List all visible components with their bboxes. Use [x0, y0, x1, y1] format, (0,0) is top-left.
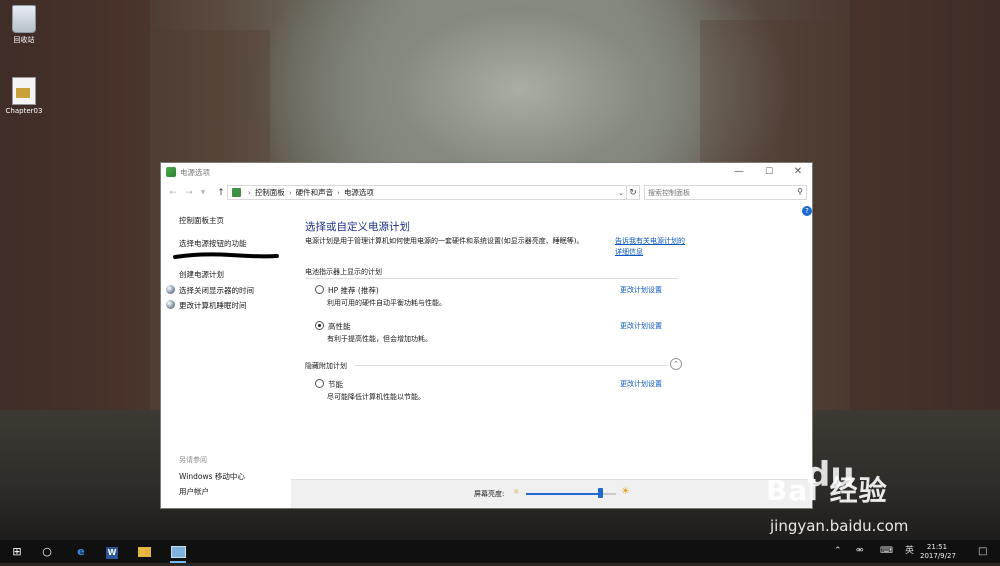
plan-name: 高性能 [328, 322, 351, 331]
control-panel-icon [232, 188, 241, 197]
recycle-bin-icon [12, 5, 36, 33]
sun-bright-icon: ☀ [621, 486, 630, 497]
chevron-down-icon[interactable]: ▼ [197, 185, 209, 201]
maximize-button[interactable]: ☐ [754, 163, 784, 181]
minimize-button[interactable]: — [724, 163, 754, 181]
sun-dim-icon: ☼ [513, 488, 520, 496]
marker-underline [173, 252, 279, 259]
main-content: 选择或自定义电源计划 电源计划是用于管理计算机如何使用电源的一套硬件和系统设置(… [305, 203, 805, 483]
change-plan-settings-link[interactable]: 更改计划设置 [620, 379, 662, 389]
search-icon[interactable]: ⚲ [797, 187, 803, 196]
page-description: 电源计划是用于管理计算机如何使用电源的一套硬件和系统设置(如显示器亮度、睡眠等)… [305, 237, 584, 245]
desktop-icon-recycle-bin[interactable]: 回收站 [2, 5, 46, 45]
radio-button[interactable] [315, 379, 324, 388]
brightness-fill [526, 493, 600, 495]
taskbar: ⊞ ○ e W ⌃ ⚮ ⌨ 英 21:51 2017/9/27 □ [0, 540, 1000, 563]
sidebar-link-user-accounts[interactable]: 用户帐户 [179, 486, 209, 497]
plan-description: 尽可能降低计算机性能以节能。 [327, 393, 425, 401]
sidebar-link-power-buttons[interactable]: 选择电源按钮的功能 [179, 238, 247, 249]
power-plan-info-link[interactable]: 告诉我有关电源计划的详细信息 [615, 236, 685, 258]
sidebar-link-label: 更改计算机睡眠时间 [179, 301, 247, 310]
plan-description: 利用可用的硬件自动平衡功耗与性能。 [327, 299, 446, 307]
keyboard-icon[interactable]: ⌨ [880, 540, 893, 563]
shield-icon [166, 300, 175, 309]
watermark-url: jingyan.baidu.com [770, 517, 909, 535]
address-dropdown-icon[interactable]: ⌄ [618, 186, 624, 200]
clock-date: 2017/9/27 [920, 552, 956, 560]
watermark-paw: du [806, 455, 855, 495]
windows-start-icon[interactable]: ⊞ [8, 540, 26, 563]
address-bar[interactable]: › 控制面板 › 硬件和声音 › 电源选项 ⌄ [227, 185, 627, 200]
breadcrumb-control-panel[interactable]: 控制面板 [255, 187, 285, 198]
section-divider [305, 278, 678, 279]
sidebar-link-label: 选择关闭显示器的时间 [179, 286, 254, 295]
sidebar-link-display-off[interactable]: 选择关闭显示器的时间 [166, 285, 254, 296]
section-divider [355, 365, 668, 366]
shield-icon [166, 285, 175, 294]
edge-browser-icon[interactable]: e [72, 540, 90, 563]
plan-option-hp[interactable]: HP 推荐 (推荐) [315, 285, 379, 296]
input-method-indicator[interactable]: 英 [905, 540, 914, 563]
brightness-slider[interactable] [526, 488, 616, 498]
title-bar[interactable]: 电源选项 — ☐ ✕ [161, 163, 812, 181]
notification-center-icon[interactable]: □ [978, 540, 987, 563]
desktop-icon-label: Chapter03 [5, 107, 43, 115]
close-button[interactable]: ✕ [783, 163, 813, 181]
window-title: 电源选项 [180, 167, 210, 177]
hidden-plans-heading: 隐藏附加计划 [305, 362, 347, 370]
sidebar-link-create-plan[interactable]: 创建电源计划 [179, 269, 224, 280]
plan-description: 有利于提高性能，但会增加功耗。 [327, 335, 432, 343]
breadcrumb-hardware-sound[interactable]: 硬件和声音 [296, 187, 334, 198]
radio-button[interactable] [315, 285, 324, 294]
back-arrow-icon[interactable]: ← [167, 185, 179, 201]
chevron-right-icon[interactable]: › [289, 189, 292, 197]
control-panel-taskbar-icon[interactable] [170, 540, 186, 563]
sidebar-link-mobility-center[interactable]: Windows 移动中心 [179, 471, 245, 482]
desktop-icon-chapter03[interactable]: Chapter03 [2, 77, 46, 115]
search-box[interactable]: ⚲ [644, 185, 807, 200]
radio-button-selected[interactable] [315, 321, 324, 330]
breadcrumb-power-options[interactable]: 电源选项 [344, 187, 374, 198]
up-arrow-icon[interactable]: ↑ [215, 185, 227, 201]
sidebar-link-sleep-time[interactable]: 更改计算机睡眠时间 [166, 300, 247, 311]
desktop-icon-label: 回收站 [13, 36, 35, 44]
search-input[interactable] [645, 186, 788, 199]
document-icon [12, 77, 36, 105]
clock-time: 21:51 [926, 543, 948, 551]
brightness-thumb[interactable] [597, 488, 603, 498]
cortana-search-icon[interactable]: ○ [38, 540, 56, 563]
chevron-up-icon[interactable]: ⌃ [834, 540, 842, 563]
navigation-bar: ← → ▼ ↑ › 控制面板 › 硬件和声音 › 电源选项 ⌄ ↻ ⚲ [161, 185, 812, 201]
brightness-label: 屏幕亮度: [474, 490, 505, 498]
sidebar-link-home[interactable]: 控制面板主页 [179, 215, 224, 226]
chevron-right-icon[interactable]: › [248, 189, 251, 197]
refresh-icon[interactable]: ↻ [627, 185, 640, 200]
file-explorer-icon[interactable] [136, 540, 152, 563]
battery-plans-heading: 电池指示器上显示的计划 [305, 268, 382, 276]
word-letter: W [106, 547, 118, 559]
network-icon[interactable]: ⚮ [856, 540, 864, 563]
power-options-icon [166, 167, 176, 177]
forward-arrow-icon[interactable]: → [183, 185, 195, 201]
power-options-window: 电源选项 — ☐ ✕ ← → ▼ ↑ › 控制面板 › 硬件和声音 › 电源选项… [160, 162, 813, 509]
change-plan-settings-link[interactable]: 更改计划设置 [620, 321, 662, 331]
sidebar: 控制面板主页 选择电源按钮的功能 创建电源计划 选择关闭显示器的时间 更改计算机… [161, 203, 291, 508]
plan-option-power-saver[interactable]: 节能 [315, 379, 343, 390]
brightness-bar: 屏幕亮度: ☼ ☀ [291, 479, 812, 508]
chevron-up-icon[interactable]: ⌃ [670, 358, 682, 370]
chevron-right-icon[interactable]: › [337, 189, 340, 197]
see-also-heading: 另请参阅 [179, 456, 207, 464]
change-plan-settings-link[interactable]: 更改计划设置 [620, 285, 662, 295]
baidu-watermark: Bai 经验 du jingyan.baidu.com [766, 455, 996, 545]
plan-option-high-performance[interactable]: 高性能 [315, 321, 351, 332]
word-app-icon[interactable]: W [104, 540, 120, 563]
plan-name: 节能 [328, 380, 343, 389]
page-title: 选择或自定义电源计划 [305, 221, 410, 233]
plan-name: HP 推荐 (推荐) [328, 286, 379, 295]
